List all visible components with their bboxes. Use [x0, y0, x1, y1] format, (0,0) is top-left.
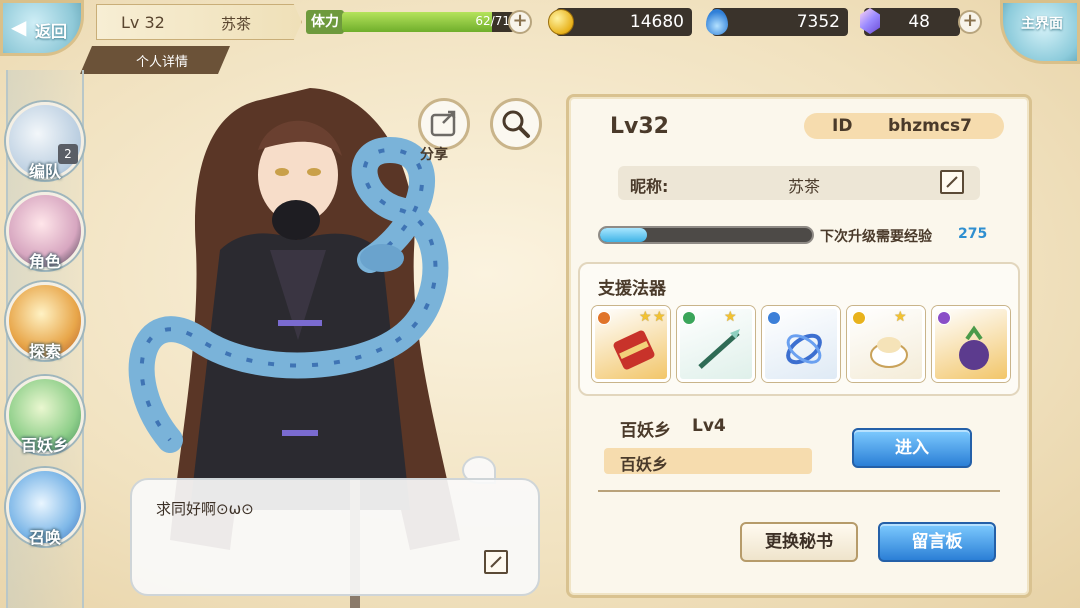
village-bar: 百妖乡 [604, 448, 812, 474]
support-artifact-blue-rings[interactable] [762, 306, 840, 382]
share-label: 分享 [420, 147, 448, 163]
edit-message-icon[interactable] [484, 550, 508, 574]
stamina-meter: 体力 62/71 [306, 8, 536, 36]
add-stamina-button[interactable]: + [508, 10, 532, 34]
coin-icon [548, 9, 574, 35]
nav-summon[interactable]: 召唤 [6, 468, 86, 548]
gems-value: 48 [908, 12, 930, 32]
village-name: 百妖乡 [620, 421, 671, 441]
id-key: ID [832, 116, 853, 136]
profile-level: Lv32 [610, 114, 669, 139]
element-icon [597, 311, 611, 325]
star-icon: ★ [894, 309, 907, 325]
spirit-display: 7352 [712, 8, 848, 36]
nav-summon-label: 召唤 [28, 528, 61, 547]
exp-bar [598, 226, 814, 244]
pencil-icon [946, 176, 958, 188]
support-artifact-jade-spear[interactable]: ★ [677, 306, 755, 382]
tab-personal-details[interactable]: 个人详情 [80, 46, 230, 74]
star-icon: ★ [653, 309, 666, 325]
village-level: Lv4 [692, 416, 726, 436]
enter-village-button[interactable]: 进入 [852, 428, 972, 468]
element-icon [852, 311, 866, 325]
nickname-value: 苏茶 [788, 177, 821, 196]
exp-label: 下次升级需要经验 [820, 229, 932, 245]
nickname-field: 昵称: 苏茶 [618, 166, 980, 200]
back-arrow-icon: ◀ [11, 15, 27, 39]
exp-value: 275 [958, 226, 988, 242]
support-title: 支援法器 [598, 279, 666, 299]
stamina-value: 62/71 [475, 14, 510, 28]
star-icon: ★ [639, 309, 652, 325]
player-level: Lv 32 [121, 13, 165, 32]
purple-pot-icon [959, 325, 989, 370]
spirit-value: 7352 [796, 12, 840, 32]
player-id-badge: ID bhzmcs7 [804, 113, 1004, 139]
stamina-fill [342, 12, 492, 32]
nav-role[interactable]: 角色 [6, 192, 86, 272]
change-secretary-button[interactable]: 更换秘书 [740, 522, 858, 562]
star-icon: ★ [724, 309, 737, 325]
message-board-button[interactable]: 留言板 [878, 522, 996, 562]
village-bar-label: 百妖乡 [620, 455, 669, 474]
blue-flame-icon [706, 9, 728, 35]
nav-team-label: 编队 [28, 162, 61, 181]
home-label: 主界面 [1021, 16, 1063, 32]
share-icon [430, 110, 456, 137]
white-lotus-bowl-icon [870, 337, 908, 368]
share-button[interactable] [418, 98, 470, 150]
speech-bubble: 求同好啊⊙ω⊙ [130, 478, 540, 596]
nav-role-label: 角色 [28, 252, 61, 271]
nav-village[interactable]: 百妖乡 [6, 376, 86, 456]
tab-personal-details-label: 个人详情 [136, 55, 189, 70]
player-name: 苏茶 [221, 15, 252, 33]
magnifier-icon [502, 110, 530, 138]
zoom-button[interactable] [490, 98, 542, 150]
support-artifact-white-lotus-bowl[interactable]: ★ [847, 306, 925, 382]
profile-message: 求同好啊⊙ω⊙ [156, 500, 254, 518]
exp-fill [600, 228, 647, 242]
add-gems-button[interactable]: + [958, 10, 982, 34]
nav-team[interactable]: 2 编队 [6, 102, 86, 182]
player-plate: Lv 32 苏茶 [96, 4, 302, 40]
nav-explore[interactable]: 探索 [6, 282, 86, 362]
stamina-label: 体力 [306, 10, 344, 34]
nav-explore-label: 探索 [28, 342, 61, 361]
back-button[interactable]: ◀ 返回 [0, 0, 84, 56]
edit-nickname-icon[interactable] [940, 170, 964, 194]
id-value: bhzmcs7 [888, 116, 972, 136]
home-button[interactable]: 主界面 [1000, 0, 1080, 64]
element-icon [767, 311, 781, 325]
blue-rings-icon [786, 333, 822, 365]
pencil-icon [490, 556, 502, 568]
nickname-key: 昵称: [630, 177, 669, 196]
nav-village-label: 百妖乡 [20, 436, 69, 455]
element-icon [682, 311, 696, 325]
red-scroll-icon [613, 330, 655, 370]
support-artifact-red-scroll[interactable]: ★ ★ [592, 306, 670, 382]
stamina-bar: 62/71 [342, 12, 514, 32]
coins-display: 14680 [556, 8, 692, 36]
element-icon [937, 311, 951, 325]
panel-divider [598, 490, 1000, 492]
support-artifact-purple-pot[interactable] [932, 306, 1010, 382]
coins-value: 14680 [629, 12, 684, 32]
back-label: 返回 [35, 22, 68, 41]
jade-spear-icon [698, 329, 740, 369]
